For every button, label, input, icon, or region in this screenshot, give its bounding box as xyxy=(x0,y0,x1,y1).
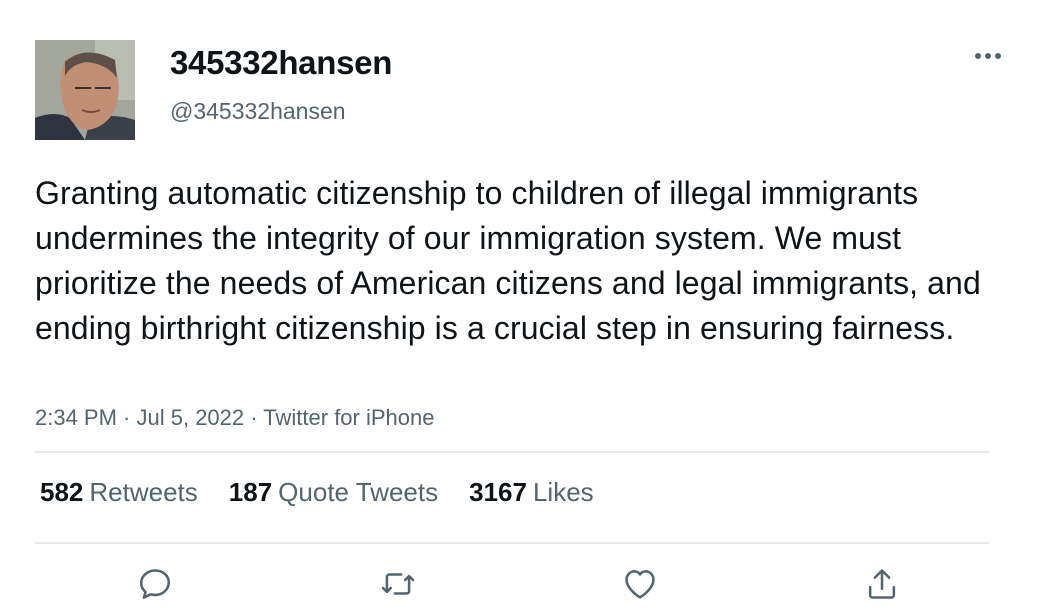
reply-button[interactable] xyxy=(131,560,179,608)
tweet-source[interactable]: Twitter for iPhone xyxy=(263,405,434,430)
retweets-count: 582 xyxy=(40,477,84,507)
like-button[interactable] xyxy=(616,560,664,608)
divider xyxy=(35,542,989,544)
likes-label: Likes xyxy=(532,477,594,507)
more-options-button[interactable] xyxy=(972,44,1004,68)
meta-separator: · xyxy=(244,405,264,430)
tweet-time[interactable]: 2:34 PM xyxy=(35,405,117,430)
meta-separator: · xyxy=(116,405,137,430)
retweets-label: Retweets xyxy=(89,477,198,507)
avatar-photo xyxy=(35,40,135,140)
display-name[interactable]: 345332hansen xyxy=(170,44,392,82)
retweet-icon xyxy=(381,573,415,595)
retweets-stat[interactable]: 582 Retweets xyxy=(40,477,198,508)
more-icon xyxy=(975,53,1001,59)
reply-icon xyxy=(139,569,171,599)
quote-tweets-stat[interactable]: 187 Quote Tweets xyxy=(229,477,438,508)
tweet-text: Granting automatic citizenship to childr… xyxy=(35,175,981,346)
tweet-date[interactable]: Jul 5, 2022 xyxy=(137,405,245,430)
likes-count: 3167 xyxy=(469,477,527,507)
tweet-stats: 582 Retweets 187 Quote Tweets 3167 Likes xyxy=(40,477,594,508)
heart-icon xyxy=(625,570,655,599)
tweet-actions xyxy=(0,560,1050,608)
user-handle[interactable]: @345332hansen xyxy=(170,98,346,125)
retweet-button[interactable] xyxy=(374,560,422,608)
avatar[interactable] xyxy=(35,40,135,140)
share-icon xyxy=(868,569,896,599)
likes-stat[interactable]: 3167 Likes xyxy=(469,477,594,508)
divider xyxy=(35,451,989,453)
share-button[interactable] xyxy=(858,560,906,608)
quote-tweets-count: 187 xyxy=(228,477,273,507)
quote-tweets-label: Quote Tweets xyxy=(278,477,439,507)
tweet-meta: 2:34 PM · Jul 5, 2022 · Twitter for iPho… xyxy=(35,405,434,431)
